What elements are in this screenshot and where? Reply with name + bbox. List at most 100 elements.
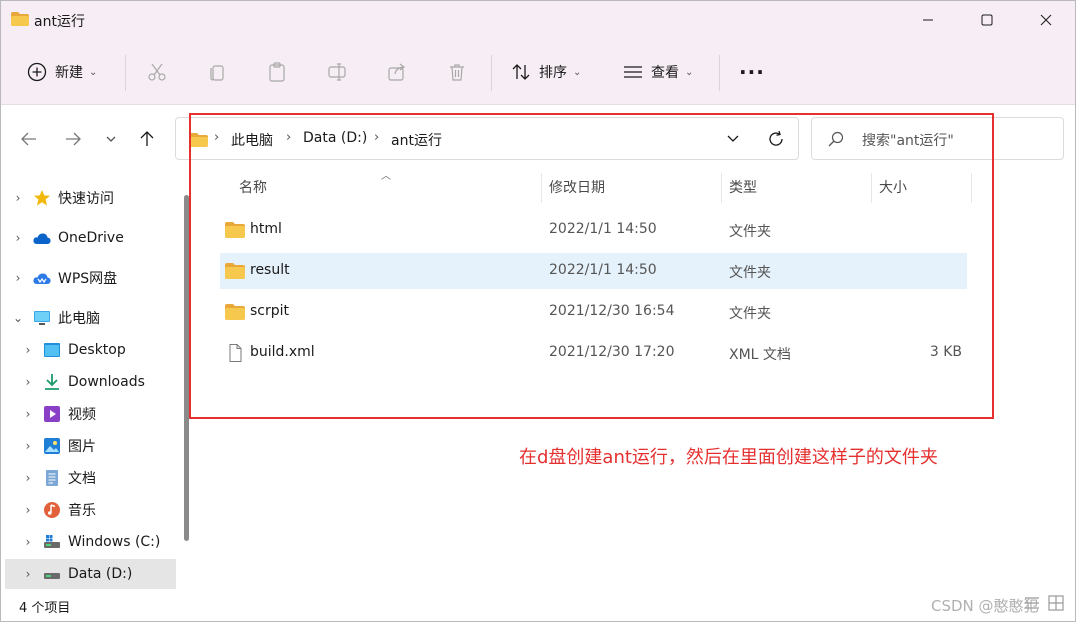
annotation-highlight-box [189,113,994,419]
sidebar-item-label: 音乐 [68,503,96,519]
sort-button[interactable]: 排序 ⌄ [511,57,581,87]
cut-button[interactable] [147,57,167,87]
sidebar-item-pictures[interactable]: › 图片 [1,431,179,461]
new-label: 新建 [55,65,83,81]
sidebar-item-this-pc[interactable]: ⌄ 此电脑 [1,303,179,333]
folder-icon [11,12,29,26]
sidebar-item-label: Data (D:) [68,566,133,582]
sidebar-item-label: 快速访问 [58,191,114,207]
chevron-down-icon [106,136,116,142]
view-button[interactable]: 查看 ⌄ [623,57,693,87]
sidebar-item-drive-d[interactable]: › Data (D:) [5,559,176,589]
chevron-right-icon[interactable]: › [13,271,23,285]
more-button[interactable]: ··· [739,57,765,87]
view-label: 查看 [651,65,679,81]
chevron-down-icon: ⌄ [573,66,582,78]
picture-icon [44,438,60,454]
sort-icon [512,64,530,80]
sidebar-item-quick-access[interactable]: › 快速访问 [1,183,179,213]
chevron-right-icon[interactable]: › [13,231,23,245]
download-icon [45,374,59,390]
chevron-right-icon[interactable]: › [23,471,33,485]
cloud-icon [33,233,51,244]
close-button[interactable] [1017,1,1075,39]
copy-icon [210,65,224,81]
arrow-up-icon [140,131,154,146]
sidebar-item-label: 视频 [68,407,96,423]
view-lines-icon [624,66,642,78]
sidebar-item-videos[interactable]: › 视频 [1,399,179,429]
sidebar-item-label: Desktop [68,342,126,358]
toolbar-divider [719,55,720,91]
share-button[interactable] [387,57,407,87]
arrow-left-icon [21,132,36,146]
close-icon [1040,14,1052,26]
clipboard-icon [269,62,285,82]
toolbar-divider [125,55,126,91]
back-button[interactable] [15,125,43,153]
chevron-right-icon[interactable]: › [13,191,23,205]
item-count-status: 4 个项目 [19,601,71,616]
sidebar-item-documents[interactable]: › 文档 [1,463,179,493]
command-bar: 新建 ⌄ 排序 ⌄ 查看 ⌄ ··· [1,39,1075,105]
sidebar-item-label: 此电脑 [58,311,100,327]
minimize-icon [923,19,933,21]
details-view-icon[interactable] [1023,594,1041,612]
new-button[interactable]: 新建 ⌄ [27,57,97,87]
sidebar-item-wps-cloud[interactable]: › WPS网盘 [1,263,179,293]
tiles-view-icon[interactable] [1047,594,1065,612]
sidebar-item-label: WPS网盘 [58,271,118,287]
sort-label: 排序 [539,65,567,81]
sidebar-item-desktop[interactable]: › Desktop [1,335,179,365]
wps-cloud-icon [33,273,51,284]
sidebar-item-downloads[interactable]: › Downloads [1,367,179,397]
chevron-right-icon[interactable]: › [23,503,33,517]
up-button[interactable] [133,125,161,153]
chevron-down-icon: ⌄ [685,66,694,78]
annotation-note: 在d盘创建ant运行，然后在里面创建这样子的文件夹 [519,447,938,468]
sidebar-item-label: Windows (C:) [68,534,161,550]
chevron-right-icon[interactable]: › [23,535,33,549]
delete-button[interactable] [447,57,467,87]
explorer-window: ant运行 新建 ⌄ 排序 ⌄ 查看 ⌄ ··· › 此电脑 › Data (D… [0,0,1076,622]
chevron-right-icon[interactable]: › [23,407,33,421]
scissors-icon [148,63,166,81]
sidebar-item-label: 图片 [68,439,96,455]
recent-locations-button[interactable] [97,125,125,153]
title-bar: ant运行 [1,1,1075,39]
paste-button[interactable] [267,57,287,87]
trash-icon [450,64,464,81]
chevron-down-icon: ⌄ [89,66,98,78]
drive-icon [44,573,60,579]
plus-circle-icon [27,62,47,82]
maximize-button[interactable] [958,1,1016,39]
more-icon: ··· [739,60,765,84]
sidebar-item-onedrive[interactable]: › OneDrive [1,223,179,253]
chevron-right-icon[interactable]: › [23,375,33,389]
sidebar-item-label: Downloads [68,374,145,390]
computer-icon [34,311,50,325]
chevron-right-icon[interactable]: › [23,439,33,453]
rename-button[interactable] [327,57,347,87]
drive-icon [44,535,60,548]
sidebar-item-music[interactable]: › 音乐 [1,495,179,525]
copy-button[interactable] [207,57,227,87]
toolbar-divider [491,55,492,91]
forward-button[interactable] [59,125,87,153]
maximize-icon [981,14,993,26]
chevron-down-icon[interactable]: ⌄ [13,311,23,325]
star-icon [34,190,50,206]
desktop-icon [44,343,60,357]
window-title: ant运行 [34,14,85,30]
minimize-button[interactable] [899,1,957,39]
sidebar-item-label: OneDrive [58,230,124,246]
sidebar-item-drive-c[interactable]: › Windows (C:) [1,527,179,557]
music-icon [44,502,60,518]
document-icon [46,470,58,486]
share-icon [388,63,405,81]
arrow-right-icon [66,132,81,146]
chevron-right-icon[interactable]: › [23,343,33,357]
sidebar-item-label: 文档 [68,471,96,487]
chevron-right-icon[interactable]: › [23,567,33,581]
video-icon [44,406,60,422]
